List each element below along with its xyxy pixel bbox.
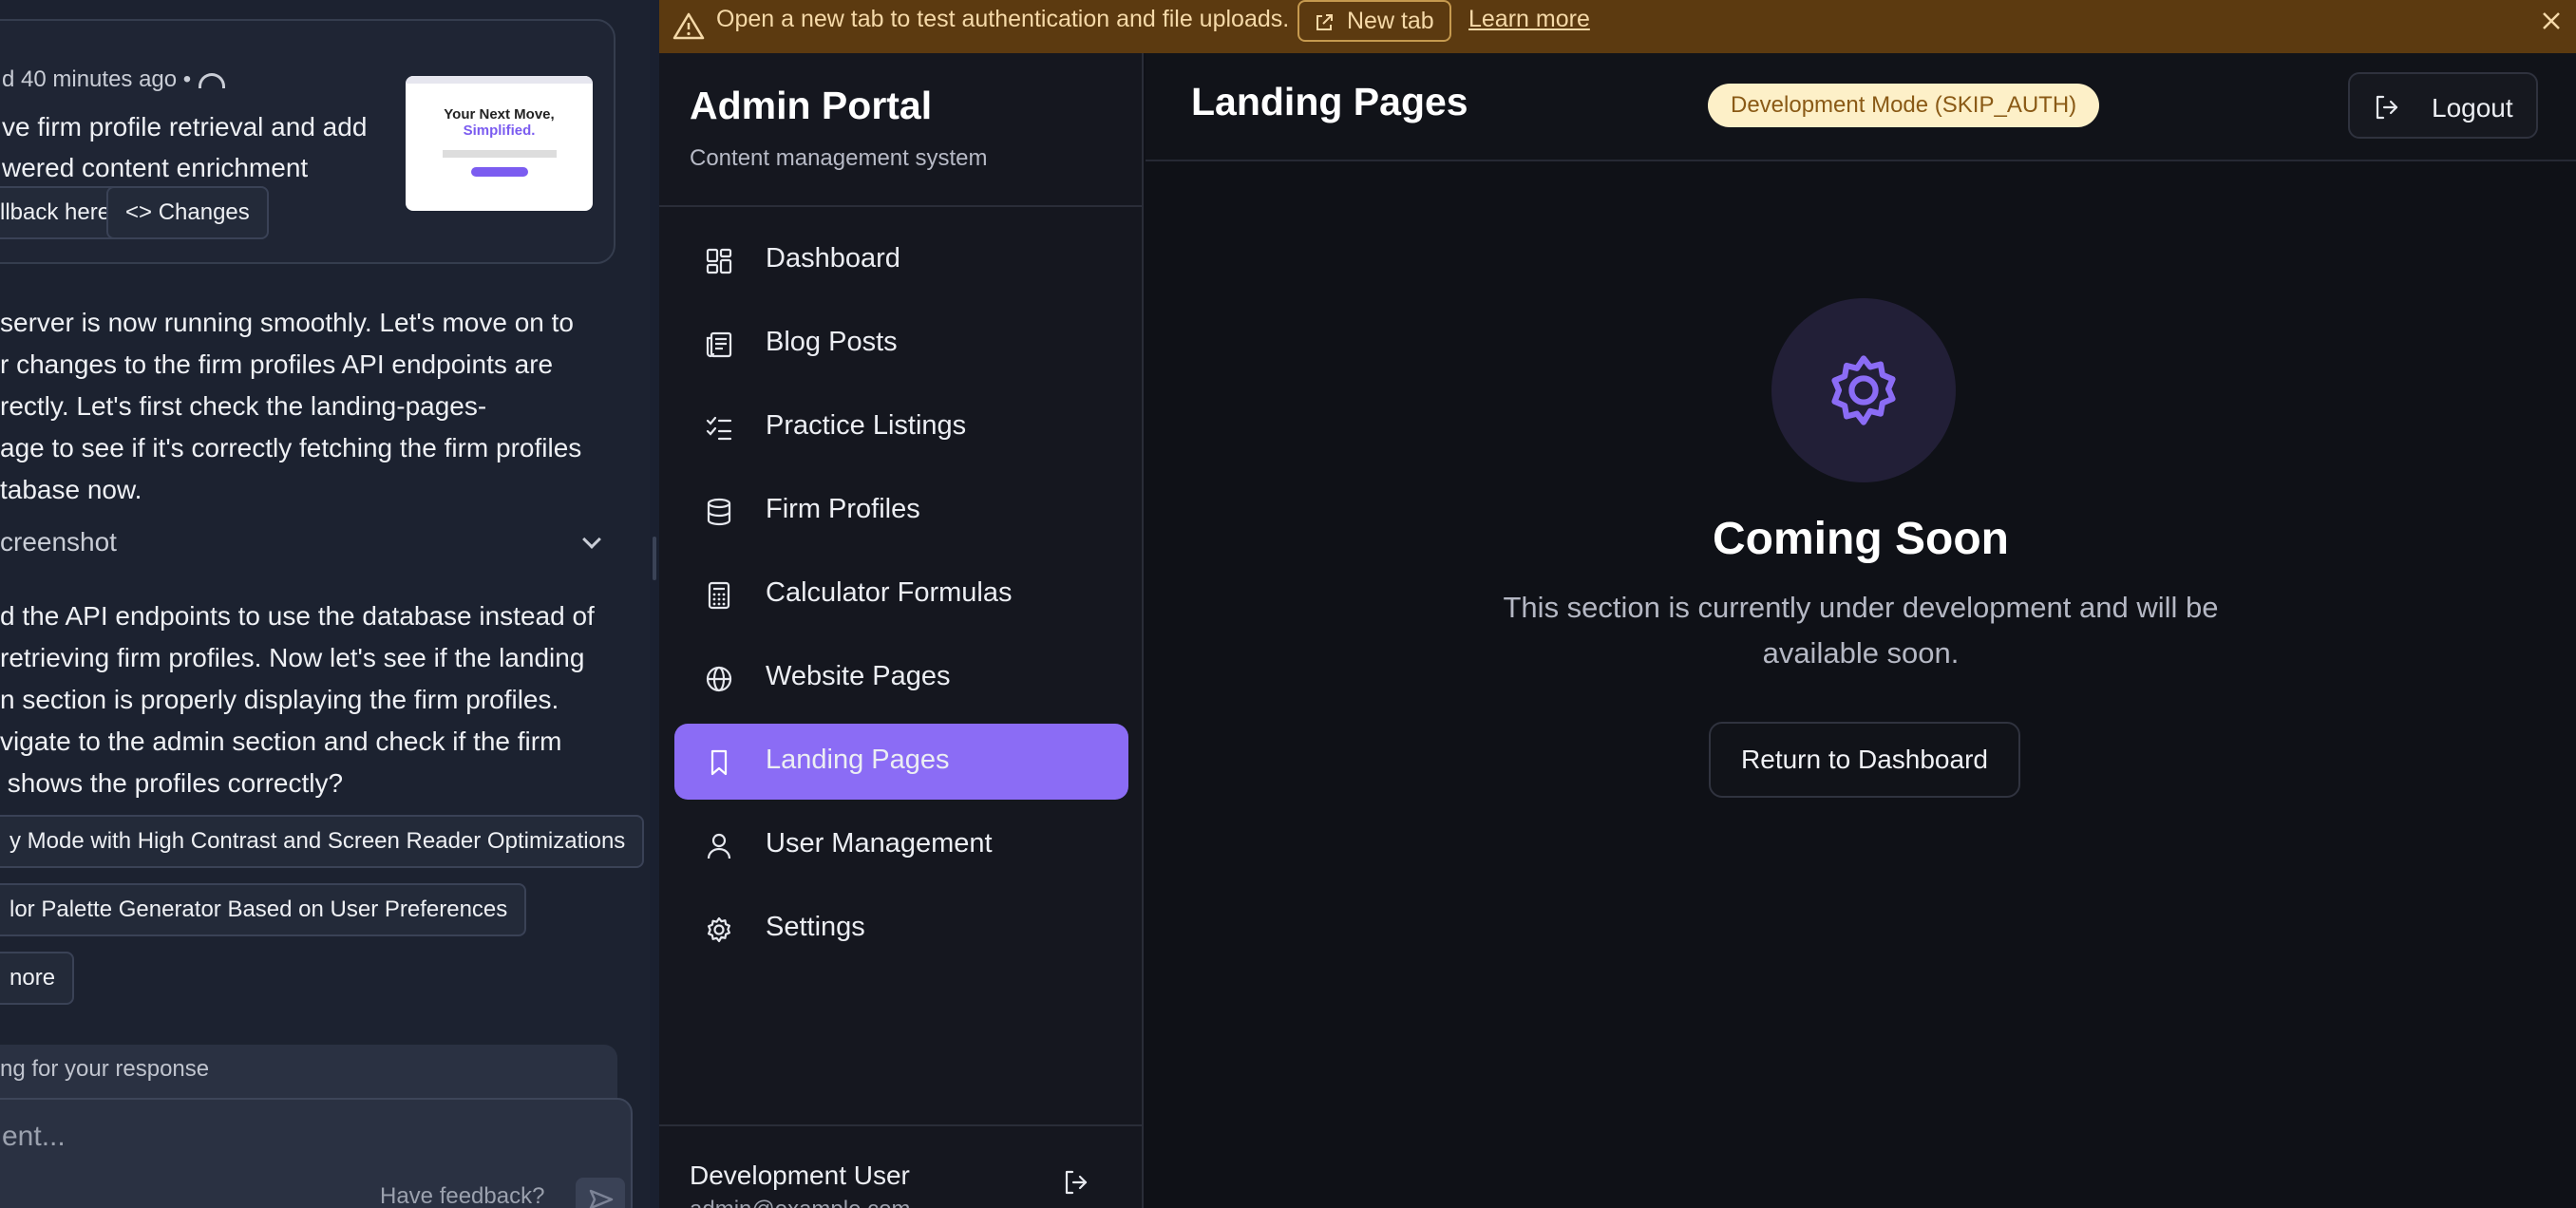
assistant-message-2: d the API endpoints to use the database … [0,601,595,798]
dashboard-icon [706,248,732,274]
warning-banner: Open a new tab to test authentication an… [659,0,2576,53]
coming-soon-badge [1771,298,1956,482]
close-icon[interactable] [2536,6,2567,36]
thumbnail-nav [406,76,593,84]
sidebar-item-landing-pages[interactable]: Landing Pages [674,724,1128,800]
screenshot-toggle[interactable]: creenshot [0,527,608,557]
sidebar-item-calculator-formulas[interactable]: Calculator Formulas [674,557,1128,632]
thumbnail-headline: Your Next Move, [444,106,555,123]
resize-grip[interactable] [653,537,656,580]
new-tab-label: New tab [1347,8,1434,34]
changes-button[interactable]: <> Changes [106,186,269,239]
screenshot-label: creenshot [0,527,117,557]
banner-message: Open a new tab to test authentication an… [716,6,1290,32]
logout-button[interactable]: Logout [2348,72,2538,139]
sidebar-nav: Dashboard Blog Posts Practice Listings F… [674,222,1128,974]
send-button[interactable] [576,1178,625,1208]
chat-composer[interactable]: ent... Have feedback? [0,1098,633,1208]
sidebar-item-website-pages[interactable]: Website Pages [674,640,1128,716]
sidebar-item-label: Website Pages [766,661,951,691]
commit-card[interactable]: d 40 minutes ago • ve firm profile retri… [0,19,616,264]
commit-title: ve firm profile retrieval and add wered … [2,112,368,182]
newspaper-icon [706,331,732,358]
preview-thumbnail[interactable]: Your Next Move, Simplified. [406,76,593,211]
logout-label: Logout [2432,93,2513,123]
more-button[interactable]: nore [0,952,75,1005]
thumbnail-text [442,150,557,158]
send-icon [589,1189,614,1208]
sidebar-item-label: Firm Profiles [766,494,920,524]
composer-placeholder: ent... [2,1121,66,1152]
gear-icon [1831,355,1896,425]
return-to-dashboard-button[interactable]: Return to Dashboard [1709,722,2020,798]
bookmark-icon [710,749,728,776]
coming-soon-description: This section is currently under developm… [1503,591,2219,670]
feedback-link[interactable]: Have feedback? [380,1183,544,1208]
main-area: Landing Pages Development Mode (SKIP_AUT… [1146,53,2576,1208]
panel-resize-handle[interactable] [650,0,659,1208]
thumbnail-highlight: Simplified. [463,123,536,139]
external-link-icon [1316,14,1333,30]
new-tab-button[interactable]: New tab [1297,0,1451,42]
top-bar: Landing Pages Development Mode (SKIP_AUT… [1146,53,2576,161]
app-title: Admin Portal [690,84,933,127]
thumbnail-button [470,167,528,177]
sidebar-item-label: Blog Posts [766,327,898,357]
sidebar-item-dashboard[interactable]: Dashboard [674,222,1128,298]
waiting-text: ng for your response [0,1056,210,1082]
commit-time: d 40 minutes ago • [2,66,192,92]
assistant-message-1: server is now running smoothly. Let's mo… [0,308,582,504]
sidebar-item-settings[interactable]: Settings [674,891,1128,967]
app-subtitle: Content management system [690,145,988,171]
commit-meta: d 40 minutes ago • [2,66,226,93]
suggestion-chip-1[interactable]: y Mode with High Contrast and Screen Rea… [0,815,645,868]
checklist-icon [706,416,732,441]
coming-soon-title: Coming Soon [1713,514,2009,564]
warning-icon [672,12,705,40]
sidebar-item-label: Landing Pages [766,745,950,775]
chat-panel: d 40 minutes ago • ve firm profile retri… [0,0,650,1208]
page-title: Landing Pages [1191,80,1468,123]
user-email: admin@example.com [690,1197,910,1208]
user-footer: Development User admin@example.com [659,1124,1142,1208]
sidebar-item-label: Dashboard [766,243,900,274]
dev-mode-badge: Development Mode (SKIP_AUTH) [1708,84,2100,127]
sidebar-item-label: Calculator Formulas [766,577,1013,608]
globe-icon [706,666,732,692]
chevron-down-icon [582,530,601,549]
sidebar-item-blog-posts[interactable]: Blog Posts [674,306,1128,382]
logout-icon[interactable] [1062,1168,1090,1197]
logout-icon [2376,95,2398,120]
calculator-icon [708,581,730,610]
sidebar-item-firm-profiles[interactable]: Firm Profiles [674,473,1128,549]
sidebar-item-label: User Management [766,828,993,859]
sidebar-item-practice-listings[interactable]: Practice Listings [674,389,1128,465]
brand: Admin Portal Content management system [659,53,1142,207]
admin-sidebar: Admin Portal Content management system D… [659,53,1144,1208]
database-icon [707,498,731,526]
user-icon [707,833,731,859]
sidebar-item-label: Practice Listings [766,410,967,441]
sidebar-item-label: Settings [766,912,865,942]
gauge-icon [199,72,226,88]
user-name: Development User [690,1161,910,1190]
gear-icon [708,916,730,943]
sidebar-item-user-management[interactable]: User Management [674,807,1128,883]
learn-more-link[interactable]: Learn more [1468,6,1590,33]
suggestion-chip-2[interactable]: lor Palette Generator Based on User Pref… [0,883,527,936]
